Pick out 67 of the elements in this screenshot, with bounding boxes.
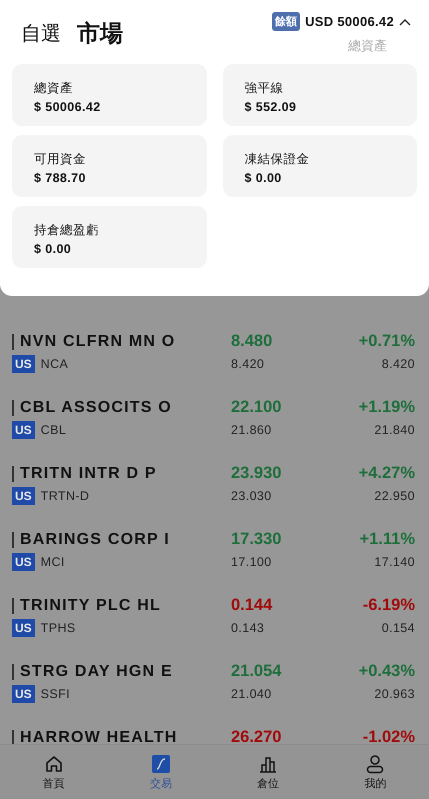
stock-code: TPHS xyxy=(40,621,76,635)
stock-price: 0.154 xyxy=(380,621,415,635)
market-badge: US xyxy=(12,355,35,373)
stock-price: 0.143 xyxy=(231,621,266,635)
market-badge: US xyxy=(12,685,35,703)
card-label: 總資產 xyxy=(34,80,74,97)
market-badge: US xyxy=(12,487,35,505)
stock-price: 21.860 xyxy=(231,423,273,437)
card-value: $ 788.70 xyxy=(34,171,87,185)
chevron-icon[interactable] xyxy=(399,18,411,26)
stock-name: NVN CLFRN MN O xyxy=(20,332,176,350)
card-value: $ 0.00 xyxy=(244,171,283,185)
user-icon xyxy=(365,754,386,774)
card-value: $ 0.00 xyxy=(34,242,72,256)
stock-name: STRG DAY HGN E xyxy=(20,662,173,680)
stock-code: TRTN-D xyxy=(40,489,90,503)
home-icon xyxy=(44,754,64,774)
stock-price: 21.040 xyxy=(231,687,273,701)
stock-price: 8.480 xyxy=(231,332,274,351)
stock-code: NCA xyxy=(40,357,68,371)
stock-price: 21.840 xyxy=(373,423,415,437)
price-change: +0.43% xyxy=(358,662,415,681)
stock-price: 22.100 xyxy=(231,398,282,417)
price-change: -6.19% xyxy=(362,596,415,615)
card-value: $ 50006.42 xyxy=(34,100,102,114)
price-change: -1.02% xyxy=(362,728,415,747)
stock-name: BARINGS CORP I xyxy=(20,530,170,548)
stock-name: TRITN INTR D P xyxy=(20,464,157,482)
card-label: 強平線 xyxy=(244,80,284,97)
card-label: 可用資金 xyxy=(34,151,87,168)
stock-price: 0.144 xyxy=(231,596,274,615)
stock-price: 8.420 xyxy=(380,357,415,371)
market-badge: US xyxy=(12,421,35,439)
nav-item[interactable]: 首頁 xyxy=(0,745,108,799)
stock-price: 17.330 xyxy=(231,530,282,549)
stock-price: 17.140 xyxy=(373,555,415,569)
stock-code: CBL xyxy=(40,423,66,437)
price-change: +1.19% xyxy=(358,398,415,417)
balance-amount: USD 50006.42 xyxy=(305,14,394,29)
stock-price: 17.100 xyxy=(231,555,273,569)
card-label: 持倉總盈虧 xyxy=(34,222,100,239)
tab[interactable]: 市場 xyxy=(77,18,123,48)
line-chart-icon xyxy=(150,754,171,774)
balance-badge: 餘額 xyxy=(272,12,300,31)
stock-name: CBL ASSOCITS O xyxy=(20,398,172,416)
stock-code: MCI xyxy=(40,555,65,569)
stock-price: 23.030 xyxy=(231,489,273,503)
tab[interactable]: 自選 xyxy=(21,20,61,46)
market-badge: US xyxy=(12,619,35,637)
market-badge: US xyxy=(12,553,35,571)
stock-price: 20.963 xyxy=(373,687,415,701)
card-value: $ 552.09 xyxy=(244,100,298,114)
stock-price: 22.950 xyxy=(373,489,415,503)
stock-price: 21.054 xyxy=(231,662,282,681)
stock-price: 26.270 xyxy=(231,728,282,747)
price-change: +4.27% xyxy=(358,464,415,483)
balance-caption: 總資產 xyxy=(348,37,387,55)
nav-item[interactable]: 我的 xyxy=(322,745,429,799)
price-change: +1.11% xyxy=(358,530,415,549)
card-label: 凍結保證金 xyxy=(244,151,310,168)
stock-price: 23.930 xyxy=(231,464,282,483)
stock-code: SSFI xyxy=(40,687,70,701)
nav-item[interactable]: 倉位 xyxy=(214,745,322,799)
stock-name: TRINITY PLC HL xyxy=(20,596,161,614)
stock-name: HARROW HEALTH xyxy=(20,728,178,746)
price-change: +0.71% xyxy=(358,332,415,351)
stock-price: 8.420 xyxy=(231,357,266,371)
